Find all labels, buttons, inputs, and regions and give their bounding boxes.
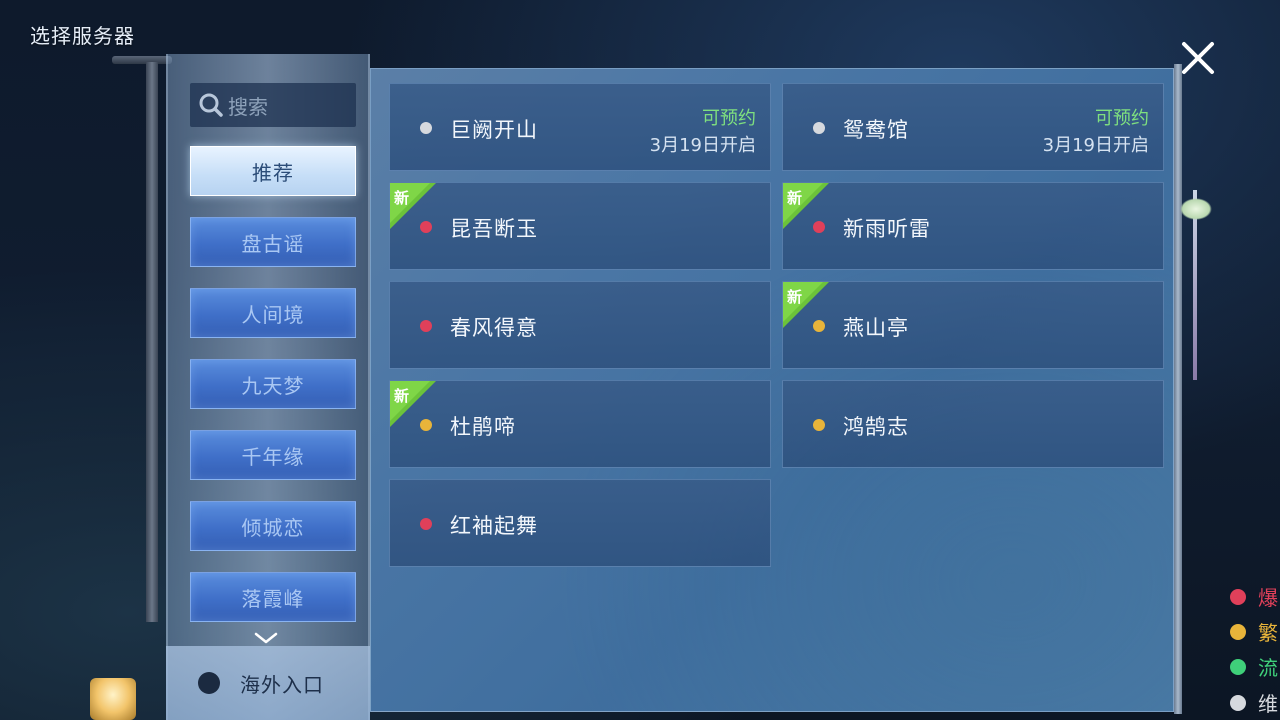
search-input[interactable]: 搜索 [190, 83, 356, 127]
category-tab-luoxia[interactable]: 落霞峰 [190, 572, 356, 622]
server-card[interactable]: 鸳鸯馆 可预约 3月19日开启 [782, 83, 1164, 171]
status-dot [420, 320, 432, 332]
new-badge-text: 新 [787, 288, 803, 306]
lantern-decoration [90, 678, 136, 720]
category-tab-pangu[interactable]: 盘古谣 [190, 217, 356, 267]
radio-dot-icon [198, 672, 220, 694]
scroll-rod-top [112, 56, 172, 64]
server-card[interactable]: 巨阙开山 可预约 3月19日开启 [389, 83, 771, 171]
legend-label: 流 [1258, 656, 1278, 680]
legend-label: 爆 [1258, 586, 1278, 610]
page-title: 选择服务器 [30, 24, 135, 48]
open-date: 3月19日开启 [649, 135, 756, 156]
status-dot [1230, 588, 1246, 605]
search-placeholder: 搜索 [228, 94, 268, 119]
reservation-status: 可预约 [1095, 108, 1149, 129]
server-name: 新雨听雷 [843, 217, 931, 241]
close-icon[interactable] [1178, 40, 1218, 76]
lotus-icon [1180, 198, 1212, 220]
category-tab-qiannian[interactable]: 千年缘 [190, 430, 356, 480]
server-card[interactable]: 红袖起舞 [389, 479, 771, 567]
new-badge-text: 新 [394, 387, 410, 405]
legend-item-smooth: 流 [1230, 652, 1278, 681]
server-card[interactable]: 春风得意 [389, 281, 771, 369]
server-name: 鸳鸯馆 [843, 118, 909, 142]
legend-item-crowded: 繁 [1230, 617, 1278, 646]
overseas-entry-label: 海外入口 [240, 672, 324, 697]
status-dot [1230, 658, 1246, 675]
new-badge-text: 新 [787, 189, 803, 207]
server-name: 春风得意 [450, 316, 538, 340]
server-card[interactable]: 新 燕山亭 [782, 281, 1164, 369]
legend-label: 维 [1258, 692, 1278, 716]
scroll-rod-right [1174, 64, 1182, 714]
status-dot [420, 518, 432, 530]
status-dot [1230, 623, 1246, 640]
status-dot [420, 122, 432, 134]
server-card[interactable]: 鸿鹄志 [782, 380, 1164, 468]
legend-item-busy: 爆 [1230, 582, 1278, 611]
server-name: 红袖起舞 [450, 514, 538, 538]
chevron-down-icon[interactable] [253, 630, 279, 644]
search-icon [198, 92, 224, 118]
server-card[interactable]: 新 新雨听雷 [782, 182, 1164, 270]
category-tab-qingcheng[interactable]: 倾城恋 [190, 501, 356, 551]
reservation-status: 可预约 [702, 108, 756, 129]
server-name: 杜鹃啼 [450, 415, 516, 439]
server-name: 鸿鹄志 [843, 415, 909, 439]
open-date: 3月19日开启 [1042, 135, 1149, 156]
server-name: 燕山亭 [843, 316, 909, 340]
status-dot [813, 221, 825, 233]
new-badge-text: 新 [394, 189, 410, 207]
category-tab-recommended[interactable]: 推荐 [190, 146, 356, 196]
status-dot [1230, 694, 1246, 711]
category-tab-renjian[interactable]: 人间境 [190, 288, 356, 338]
category-tab-jiutian[interactable]: 九天梦 [190, 359, 356, 409]
server-card[interactable]: 新 杜鹃啼 [389, 380, 771, 468]
server-card[interactable]: 新 昆吾断玉 [389, 182, 771, 270]
status-dot [420, 419, 432, 431]
legend-label: 繁 [1258, 621, 1278, 645]
server-name: 昆吾断玉 [450, 217, 538, 241]
status-dot [813, 419, 825, 431]
legend-item-maintenance: 维 [1230, 688, 1278, 717]
status-dot [813, 320, 825, 332]
overseas-entry-button[interactable]: 海外入口 [166, 646, 370, 720]
server-name: 巨阙开山 [450, 118, 538, 142]
status-dot [420, 221, 432, 233]
status-dot [813, 122, 825, 134]
scroll-rod [146, 62, 158, 622]
